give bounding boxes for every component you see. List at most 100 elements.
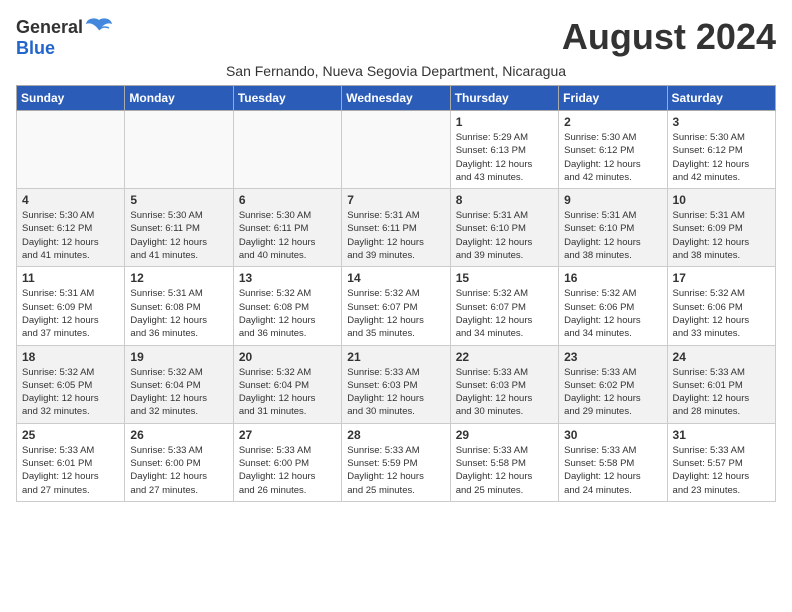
day-number: 11 — [22, 271, 119, 285]
day-number: 15 — [456, 271, 553, 285]
day-number: 6 — [239, 193, 336, 207]
calendar-cell: 3 Sunrise: 5:30 AM Sunset: 6:12 PM Daylig… — [667, 111, 775, 189]
day-number: 30 — [564, 428, 661, 442]
day-info: Sunrise: 5:30 AM Sunset: 6:11 PM Dayligh… — [130, 209, 227, 262]
day-number: 12 — [130, 271, 227, 285]
day-number: 5 — [130, 193, 227, 207]
day-info: Sunrise: 5:32 AM Sunset: 6:06 PM Dayligh… — [564, 287, 661, 340]
calendar-cell — [342, 111, 450, 189]
day-info: Sunrise: 5:30 AM Sunset: 6:11 PM Dayligh… — [239, 209, 336, 262]
calendar-cell — [233, 111, 341, 189]
calendar-cell: 22Sunrise: 5:33 AM Sunset: 6:03 PM Dayli… — [450, 345, 558, 423]
calendar-cell: 16 Sunrise: 5:32 AM Sunset: 6:06 PM Dayli… — [559, 267, 667, 345]
day-info: Sunrise: 5:33 AM Sunset: 6:02 PM Dayligh… — [564, 366, 661, 419]
calendar-cell: 2Sunrise: 5:30 AM Sunset: 6:12 PM Daylig… — [559, 111, 667, 189]
calendar-cell: 27 Sunrise: 5:33 AM Sunset: 6:00 PM Dayli… — [233, 423, 341, 501]
calendar-cell: 29 Sunrise: 5:33 AM Sunset: 5:58 PM Dayli… — [450, 423, 558, 501]
calendar-cell: 28Sunrise: 5:33 AM Sunset: 5:59 PM Dayli… — [342, 423, 450, 501]
day-info: Sunrise: 5:32 AM Sunset: 6:07 PM Dayligh… — [347, 287, 444, 340]
calendar-cell: 18Sunrise: 5:32 AM Sunset: 6:05 PM Dayli… — [17, 345, 125, 423]
logo: General Blue — [16, 16, 113, 59]
day-info: Sunrise: 5:33 AM Sunset: 5:58 PM Dayligh… — [456, 444, 553, 497]
calendar-table: SundayMondayTuesdayWednesdayThursdayFrid… — [16, 85, 776, 502]
calendar-cell: 17 Sunrise: 5:32 AM Sunset: 6:06 PM Dayli… — [667, 267, 775, 345]
calendar-cell: 12 Sunrise: 5:31 AM Sunset: 6:08 PM Dayli… — [125, 267, 233, 345]
calendar-cell: 1 Sunrise: 5:29 AM Sunset: 6:13 PM Daylig… — [450, 111, 558, 189]
calendar-cell — [17, 111, 125, 189]
day-info: Sunrise: 5:31 AM Sunset: 6:10 PM Dayligh… — [564, 209, 661, 262]
day-number: 17 — [673, 271, 770, 285]
calendar-week-row: 1 Sunrise: 5:29 AM Sunset: 6:13 PM Daylig… — [17, 111, 776, 189]
day-number: 16 — [564, 271, 661, 285]
day-info: Sunrise: 5:30 AM Sunset: 6:12 PM Dayligh… — [22, 209, 119, 262]
day-info: Sunrise: 5:31 AM Sunset: 6:11 PM Dayligh… — [347, 209, 444, 262]
calendar-cell: 15Sunrise: 5:32 AM Sunset: 6:07 PM Dayli… — [450, 267, 558, 345]
day-number: 22 — [456, 350, 553, 364]
calendar-cell: 30 Sunrise: 5:33 AM Sunset: 5:58 PM Dayli… — [559, 423, 667, 501]
day-info: Sunrise: 5:31 AM Sunset: 6:09 PM Dayligh… — [673, 209, 770, 262]
weekday-header-saturday: Saturday — [667, 86, 775, 111]
day-info: Sunrise: 5:33 AM Sunset: 6:01 PM Dayligh… — [22, 444, 119, 497]
day-info: Sunrise: 5:33 AM Sunset: 5:57 PM Dayligh… — [673, 444, 770, 497]
day-number: 10 — [673, 193, 770, 207]
calendar-cell: 9Sunrise: 5:31 AM Sunset: 6:10 PM Daylig… — [559, 189, 667, 267]
day-info: Sunrise: 5:33 AM Sunset: 5:58 PM Dayligh… — [564, 444, 661, 497]
day-info: Sunrise: 5:30 AM Sunset: 6:12 PM Dayligh… — [564, 131, 661, 184]
calendar-cell: 31Sunrise: 5:33 AM Sunset: 5:57 PM Dayli… — [667, 423, 775, 501]
day-info: Sunrise: 5:32 AM Sunset: 6:08 PM Dayligh… — [239, 287, 336, 340]
calendar-cell: 8 Sunrise: 5:31 AM Sunset: 6:10 PM Daylig… — [450, 189, 558, 267]
weekday-header-thursday: Thursday — [450, 86, 558, 111]
day-number: 3 — [673, 115, 770, 129]
logo-blue-text: Blue — [16, 38, 55, 59]
calendar-cell: 14Sunrise: 5:32 AM Sunset: 6:07 PM Dayli… — [342, 267, 450, 345]
day-number: 8 — [456, 193, 553, 207]
day-number: 29 — [456, 428, 553, 442]
calendar-cell: 4Sunrise: 5:30 AM Sunset: 6:12 PM Daylig… — [17, 189, 125, 267]
day-info: Sunrise: 5:31 AM Sunset: 6:08 PM Dayligh… — [130, 287, 227, 340]
calendar-week-row: 4Sunrise: 5:30 AM Sunset: 6:12 PM Daylig… — [17, 189, 776, 267]
calendar-cell: 11 Sunrise: 5:31 AM Sunset: 6:09 PM Dayli… — [17, 267, 125, 345]
calendar-cell: 21 Sunrise: 5:33 AM Sunset: 6:03 PM Dayli… — [342, 345, 450, 423]
calendar-cell: 10 Sunrise: 5:31 AM Sunset: 6:09 PM Dayli… — [667, 189, 775, 267]
day-info: Sunrise: 5:33 AM Sunset: 6:00 PM Dayligh… — [239, 444, 336, 497]
calendar-week-row: 11 Sunrise: 5:31 AM Sunset: 6:09 PM Dayli… — [17, 267, 776, 345]
calendar-cell: 5 Sunrise: 5:30 AM Sunset: 6:11 PM Daylig… — [125, 189, 233, 267]
month-year-title: August 2024 — [562, 16, 776, 58]
calendar-cell: 19Sunrise: 5:32 AM Sunset: 6:04 PM Dayli… — [125, 345, 233, 423]
day-info: Sunrise: 5:33 AM Sunset: 6:00 PM Dayligh… — [130, 444, 227, 497]
weekday-header-sunday: Sunday — [17, 86, 125, 111]
day-info: Sunrise: 5:31 AM Sunset: 6:10 PM Dayligh… — [456, 209, 553, 262]
calendar-cell: 23 Sunrise: 5:33 AM Sunset: 6:02 PM Dayli… — [559, 345, 667, 423]
calendar-week-row: 18Sunrise: 5:32 AM Sunset: 6:05 PM Dayli… — [17, 345, 776, 423]
logo-general-text: General — [16, 17, 83, 38]
day-info: Sunrise: 5:32 AM Sunset: 6:04 PM Dayligh… — [239, 366, 336, 419]
page-header: General Blue August 2024 — [16, 16, 776, 59]
calendar-cell: 6 Sunrise: 5:30 AM Sunset: 6:11 PM Daylig… — [233, 189, 341, 267]
day-info: Sunrise: 5:30 AM Sunset: 6:12 PM Dayligh… — [673, 131, 770, 184]
calendar-cell: 24Sunrise: 5:33 AM Sunset: 6:01 PM Dayli… — [667, 345, 775, 423]
day-number: 26 — [130, 428, 227, 442]
day-info: Sunrise: 5:29 AM Sunset: 6:13 PM Dayligh… — [456, 131, 553, 184]
day-info: Sunrise: 5:33 AM Sunset: 6:03 PM Dayligh… — [347, 366, 444, 419]
calendar-week-row: 25 Sunrise: 5:33 AM Sunset: 6:01 PM Dayli… — [17, 423, 776, 501]
day-number: 7 — [347, 193, 444, 207]
day-number: 19 — [130, 350, 227, 364]
weekday-header-monday: Monday — [125, 86, 233, 111]
day-number: 27 — [239, 428, 336, 442]
day-number: 25 — [22, 428, 119, 442]
day-info: Sunrise: 5:31 AM Sunset: 6:09 PM Dayligh… — [22, 287, 119, 340]
day-number: 13 — [239, 271, 336, 285]
day-info: Sunrise: 5:32 AM Sunset: 6:06 PM Dayligh… — [673, 287, 770, 340]
weekday-header-wednesday: Wednesday — [342, 86, 450, 111]
weekday-header-friday: Friday — [559, 86, 667, 111]
day-number: 1 — [456, 115, 553, 129]
day-number: 23 — [564, 350, 661, 364]
day-number: 24 — [673, 350, 770, 364]
calendar-cell: 7 Sunrise: 5:31 AM Sunset: 6:11 PM Daylig… — [342, 189, 450, 267]
calendar-cell: 20 Sunrise: 5:32 AM Sunset: 6:04 PM Dayli… — [233, 345, 341, 423]
calendar-body: 1 Sunrise: 5:29 AM Sunset: 6:13 PM Daylig… — [17, 111, 776, 502]
weekday-header-tuesday: Tuesday — [233, 86, 341, 111]
calendar-cell: 13 Sunrise: 5:32 AM Sunset: 6:08 PM Dayli… — [233, 267, 341, 345]
day-number: 20 — [239, 350, 336, 364]
day-number: 21 — [347, 350, 444, 364]
